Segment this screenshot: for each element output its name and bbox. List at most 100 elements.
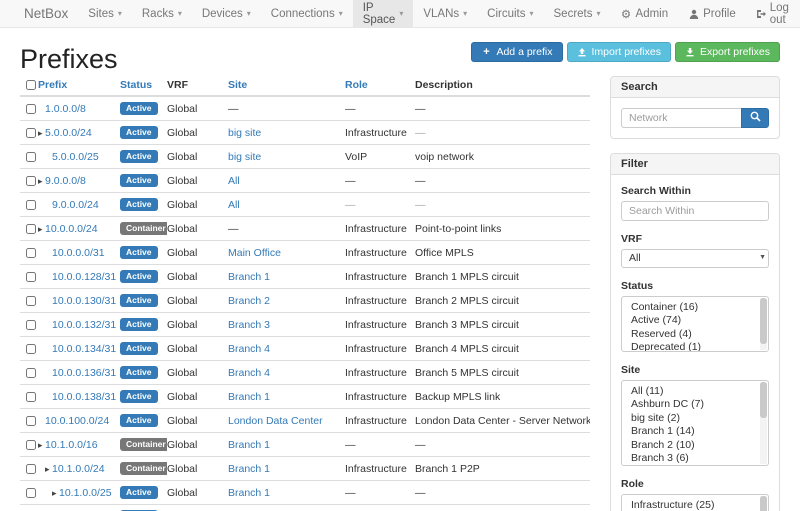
site-link[interactable]: Branch 2 — [228, 295, 270, 307]
row-checkbox[interactable] — [26, 224, 36, 234]
nav-item-profile[interactable]: Profile — [678, 0, 746, 27]
nav-item-log-out[interactable]: Log out — [746, 0, 800, 27]
site-option[interactable]: Branch 3 (6) — [622, 452, 758, 466]
row-checkbox[interactable] — [26, 296, 36, 306]
scrollbar-thumb[interactable] — [760, 382, 767, 418]
prefix-link[interactable]: 9.0.0.0/24 — [52, 199, 99, 211]
prefix-link[interactable]: 1.0.0.0/8 — [45, 103, 86, 115]
caret-right-icon[interactable]: ▸ — [38, 176, 45, 187]
row-checkbox[interactable] — [26, 104, 36, 114]
prefix-link[interactable]: 9.0.0.0/8 — [45, 175, 86, 187]
prefix-cell: 10.0.0.0/31 — [38, 241, 120, 265]
caret-right-icon[interactable]: ▸ — [45, 464, 52, 475]
site-link[interactable]: Branch 4 — [228, 343, 270, 355]
nav-item-secrets[interactable]: Secrets▾ — [544, 0, 611, 27]
search-within-input[interactable] — [621, 201, 769, 221]
role-option[interactable]: Infrastructure (25) — [622, 498, 758, 511]
row-checkbox[interactable] — [26, 464, 36, 474]
column-header-site[interactable]: Site — [228, 76, 345, 96]
select-all-checkbox[interactable] — [26, 80, 36, 90]
site-option[interactable]: Branch 2 (10) — [622, 438, 758, 452]
status-cell: Active — [120, 505, 167, 511]
row-checkbox[interactable] — [26, 344, 36, 354]
site-link[interactable]: Branch 1 — [228, 271, 270, 283]
add-a-prefix-button[interactable]: +Add a prefix — [471, 42, 562, 62]
row-checkbox[interactable] — [26, 200, 36, 210]
caret-right-icon[interactable]: ▸ — [38, 440, 45, 451]
site-option[interactable]: Ashburn DC (7) — [622, 398, 758, 412]
prefix-link[interactable]: 10.1.0.0/25 — [59, 487, 112, 499]
prefix-link[interactable]: 10.1.0.0/16 — [45, 439, 98, 451]
nav-item-circuits[interactable]: Circuits▾ — [477, 0, 543, 27]
prefix-link[interactable]: 5.0.0.0/25 — [52, 151, 99, 163]
site-link[interactable]: Branch 1 — [228, 439, 270, 451]
row-checkbox[interactable] — [26, 152, 36, 162]
prefix-cell: ▸10.1.0.0/24 — [38, 457, 120, 481]
site-link[interactable]: Branch 4 — [228, 367, 270, 379]
column-header-status[interactable]: Status — [120, 76, 167, 96]
site-link[interactable]: Branch 1 — [228, 391, 270, 403]
brand-netbox[interactable]: NetBox — [14, 0, 78, 27]
site-link[interactable]: All — [228, 175, 240, 187]
status-option[interactable]: Active (74) — [622, 314, 758, 328]
caret-right-icon[interactable]: ▸ — [52, 488, 59, 499]
nav-item-devices[interactable]: Devices▾ — [192, 0, 261, 27]
export-prefixes-button[interactable]: Export prefixes — [675, 42, 780, 62]
nav-item-vlans[interactable]: VLANs▾ — [413, 0, 477, 27]
column-header-role[interactable]: Role — [345, 76, 415, 96]
prefix-link[interactable]: 10.0.0.136/31 — [52, 367, 116, 379]
site-link[interactable]: big site — [228, 151, 261, 163]
search-input[interactable] — [621, 108, 741, 128]
site-option[interactable]: Branch 4 (12) — [622, 465, 758, 466]
site-link[interactable]: All — [228, 199, 240, 211]
status-listbox[interactable]: Container (16)Active (74)Reserved (4)Dep… — [621, 296, 769, 352]
nav-item-ip-space[interactable]: IP Space▾ — [353, 0, 414, 27]
status-option[interactable]: Deprecated (1) — [622, 341, 758, 353]
role-listbox[interactable]: Infrastructure (25)Management (8)Private… — [621, 494, 769, 511]
prefix-link[interactable]: 10.0.0.130/31 — [52, 295, 116, 307]
prefix-link[interactable]: 10.0.0.134/31 — [52, 343, 116, 355]
site-listbox[interactable]: All (11)Ashburn DC (7)big site (2)Branch… — [621, 380, 769, 466]
nav-item-sites[interactable]: Sites▾ — [78, 0, 132, 27]
row-checkbox[interactable] — [26, 488, 36, 498]
nav-item-admin[interactable]: ⚙Admin — [611, 0, 679, 27]
row-checkbox[interactable] — [26, 176, 36, 186]
nav-item-connections[interactable]: Connections▾ — [261, 0, 353, 27]
prefix-link[interactable]: 10.0.100.0/24 — [45, 415, 109, 427]
site-link[interactable]: Branch 1 — [228, 463, 270, 475]
search-button[interactable] — [741, 108, 769, 128]
site-link[interactable]: big site — [228, 127, 261, 139]
scrollbar-thumb[interactable] — [760, 496, 767, 511]
prefix-link[interactable]: 10.0.0.138/31 — [52, 391, 116, 403]
site-option[interactable]: Branch 1 (14) — [622, 425, 758, 439]
caret-right-icon[interactable]: ▸ — [38, 224, 45, 235]
row-checkbox[interactable] — [26, 440, 36, 450]
vrf-select[interactable]: All ▼ — [621, 249, 769, 268]
scrollbar-thumb[interactable] — [760, 298, 767, 344]
site-link[interactable]: London Data Center — [228, 415, 323, 427]
prefix-link[interactable]: 10.0.0.0/31 — [52, 247, 105, 259]
site-option[interactable]: All (11) — [622, 384, 758, 398]
status-option[interactable]: Container (16) — [622, 300, 758, 314]
site-link[interactable]: Main Office — [228, 247, 281, 259]
prefix-link[interactable]: 10.0.0.128/31 — [52, 271, 116, 283]
prefix-link[interactable]: 10.0.0.132/31 — [52, 319, 116, 331]
row-checkbox[interactable] — [26, 368, 36, 378]
site-link[interactable]: Branch 3 — [228, 319, 270, 331]
row-checkbox[interactable] — [26, 392, 36, 402]
prefix-link[interactable]: 5.0.0.0/24 — [45, 127, 92, 139]
row-checkbox[interactable] — [26, 248, 36, 258]
row-checkbox[interactable] — [26, 272, 36, 282]
prefix-link[interactable]: 10.1.0.0/24 — [52, 463, 105, 475]
row-checkbox[interactable] — [26, 128, 36, 138]
row-checkbox[interactable] — [26, 416, 36, 426]
prefix-link[interactable]: 10.0.0.0/24 — [45, 223, 98, 235]
nav-item-racks[interactable]: Racks▾ — [132, 0, 192, 27]
caret-right-icon[interactable]: ▸ — [38, 128, 45, 139]
column-header-prefix[interactable]: Prefix — [38, 76, 120, 96]
row-checkbox[interactable] — [26, 320, 36, 330]
site-link[interactable]: Branch 1 — [228, 487, 270, 499]
site-option[interactable]: big site (2) — [622, 411, 758, 425]
import-prefixes-button[interactable]: Import prefixes — [567, 42, 671, 62]
status-option[interactable]: Reserved (4) — [622, 327, 758, 341]
